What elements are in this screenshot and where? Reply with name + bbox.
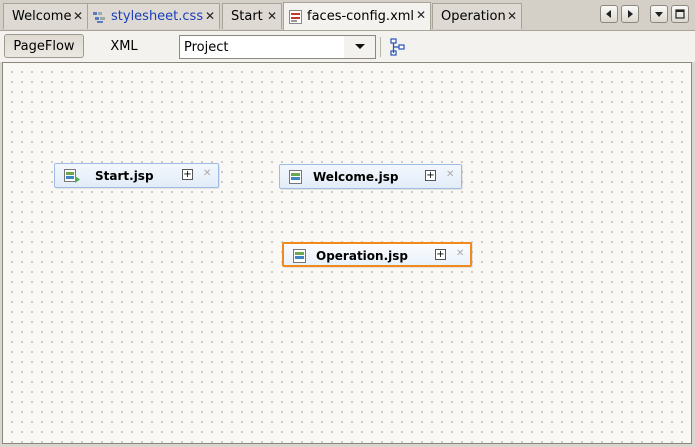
tab-label: Welcome bbox=[12, 9, 72, 24]
chevron-down-icon[interactable] bbox=[344, 36, 375, 58]
close-icon[interactable]: ✕ bbox=[205, 9, 215, 23]
expand-icon[interactable]: + bbox=[182, 169, 193, 180]
page-node-label: Operation.jsp bbox=[316, 249, 408, 263]
page-node-start-jsp[interactable]: Start.jsp + ✕ bbox=[54, 163, 219, 188]
xml-file-icon bbox=[289, 9, 302, 24]
editor-tab-bar: Welcome ✕ stylesheet.css ✕ Start ✕ faces… bbox=[0, 0, 695, 30]
arrow-left-icon bbox=[606, 10, 611, 18]
tab-label: faces-config.xml bbox=[307, 9, 415, 24]
page-node-label: Welcome.jsp bbox=[313, 170, 399, 184]
close-icon[interactable]: ✕ bbox=[416, 8, 426, 22]
pageflow-view-button[interactable]: PageFlow bbox=[4, 34, 84, 58]
jsp-page-icon bbox=[289, 170, 302, 184]
tab-start[interactable]: Start ✕ bbox=[222, 3, 282, 29]
scope-select[interactable]: Project bbox=[179, 35, 376, 59]
tab-navigation bbox=[600, 5, 689, 23]
tab-welcome[interactable]: Welcome ✕ bbox=[3, 3, 88, 29]
jsp-page-icon bbox=[293, 249, 306, 263]
maximize-icon bbox=[675, 9, 685, 19]
jsp-start-page-icon bbox=[64, 169, 80, 183]
tab-label: Operation bbox=[441, 9, 506, 24]
tab-label: stylesheet.css bbox=[111, 9, 204, 24]
expand-icon[interactable]: + bbox=[425, 170, 436, 181]
close-icon[interactable]: ✕ bbox=[73, 9, 83, 23]
close-icon[interactable]: ✕ bbox=[456, 248, 464, 259]
toolbar-separator bbox=[380, 37, 381, 57]
arrow-right-icon bbox=[628, 10, 633, 18]
close-icon[interactable]: ✕ bbox=[267, 9, 277, 23]
layout-scene-icon[interactable] bbox=[389, 38, 407, 56]
tab-operation[interactable]: Operation ✕ bbox=[432, 3, 522, 29]
scroll-tabs-left-button[interactable] bbox=[600, 5, 618, 23]
tab-stylesheet-css[interactable]: stylesheet.css ✕ bbox=[87, 3, 220, 29]
maximize-window-button[interactable] bbox=[671, 5, 689, 23]
css-file-icon bbox=[93, 11, 105, 23]
show-opened-documents-button[interactable] bbox=[650, 5, 668, 23]
pageflow-canvas[interactable]: Start.jsp + ✕ Welcome.jsp + ✕ Operation.… bbox=[2, 62, 692, 444]
tab-label: Start bbox=[231, 9, 263, 24]
xml-view-button[interactable]: XML bbox=[96, 34, 152, 58]
page-node-welcome-jsp[interactable]: Welcome.jsp + ✕ bbox=[279, 164, 462, 189]
close-icon[interactable]: ✕ bbox=[507, 9, 517, 23]
page-node-label: Start.jsp bbox=[95, 169, 154, 183]
expand-icon[interactable]: + bbox=[435, 249, 446, 260]
editor-toolbar: PageFlow XML Project bbox=[0, 30, 695, 62]
close-icon[interactable]: ✕ bbox=[203, 168, 211, 179]
tab-faces-config-xml[interactable]: faces-config.xml ✕ bbox=[283, 2, 431, 30]
chevron-down-icon bbox=[655, 12, 663, 17]
close-icon[interactable]: ✕ bbox=[446, 169, 454, 180]
scope-select-value: Project bbox=[184, 39, 229, 55]
scroll-tabs-right-button[interactable] bbox=[621, 5, 639, 23]
page-node-operation-jsp[interactable]: Operation.jsp + ✕ bbox=[282, 242, 472, 267]
